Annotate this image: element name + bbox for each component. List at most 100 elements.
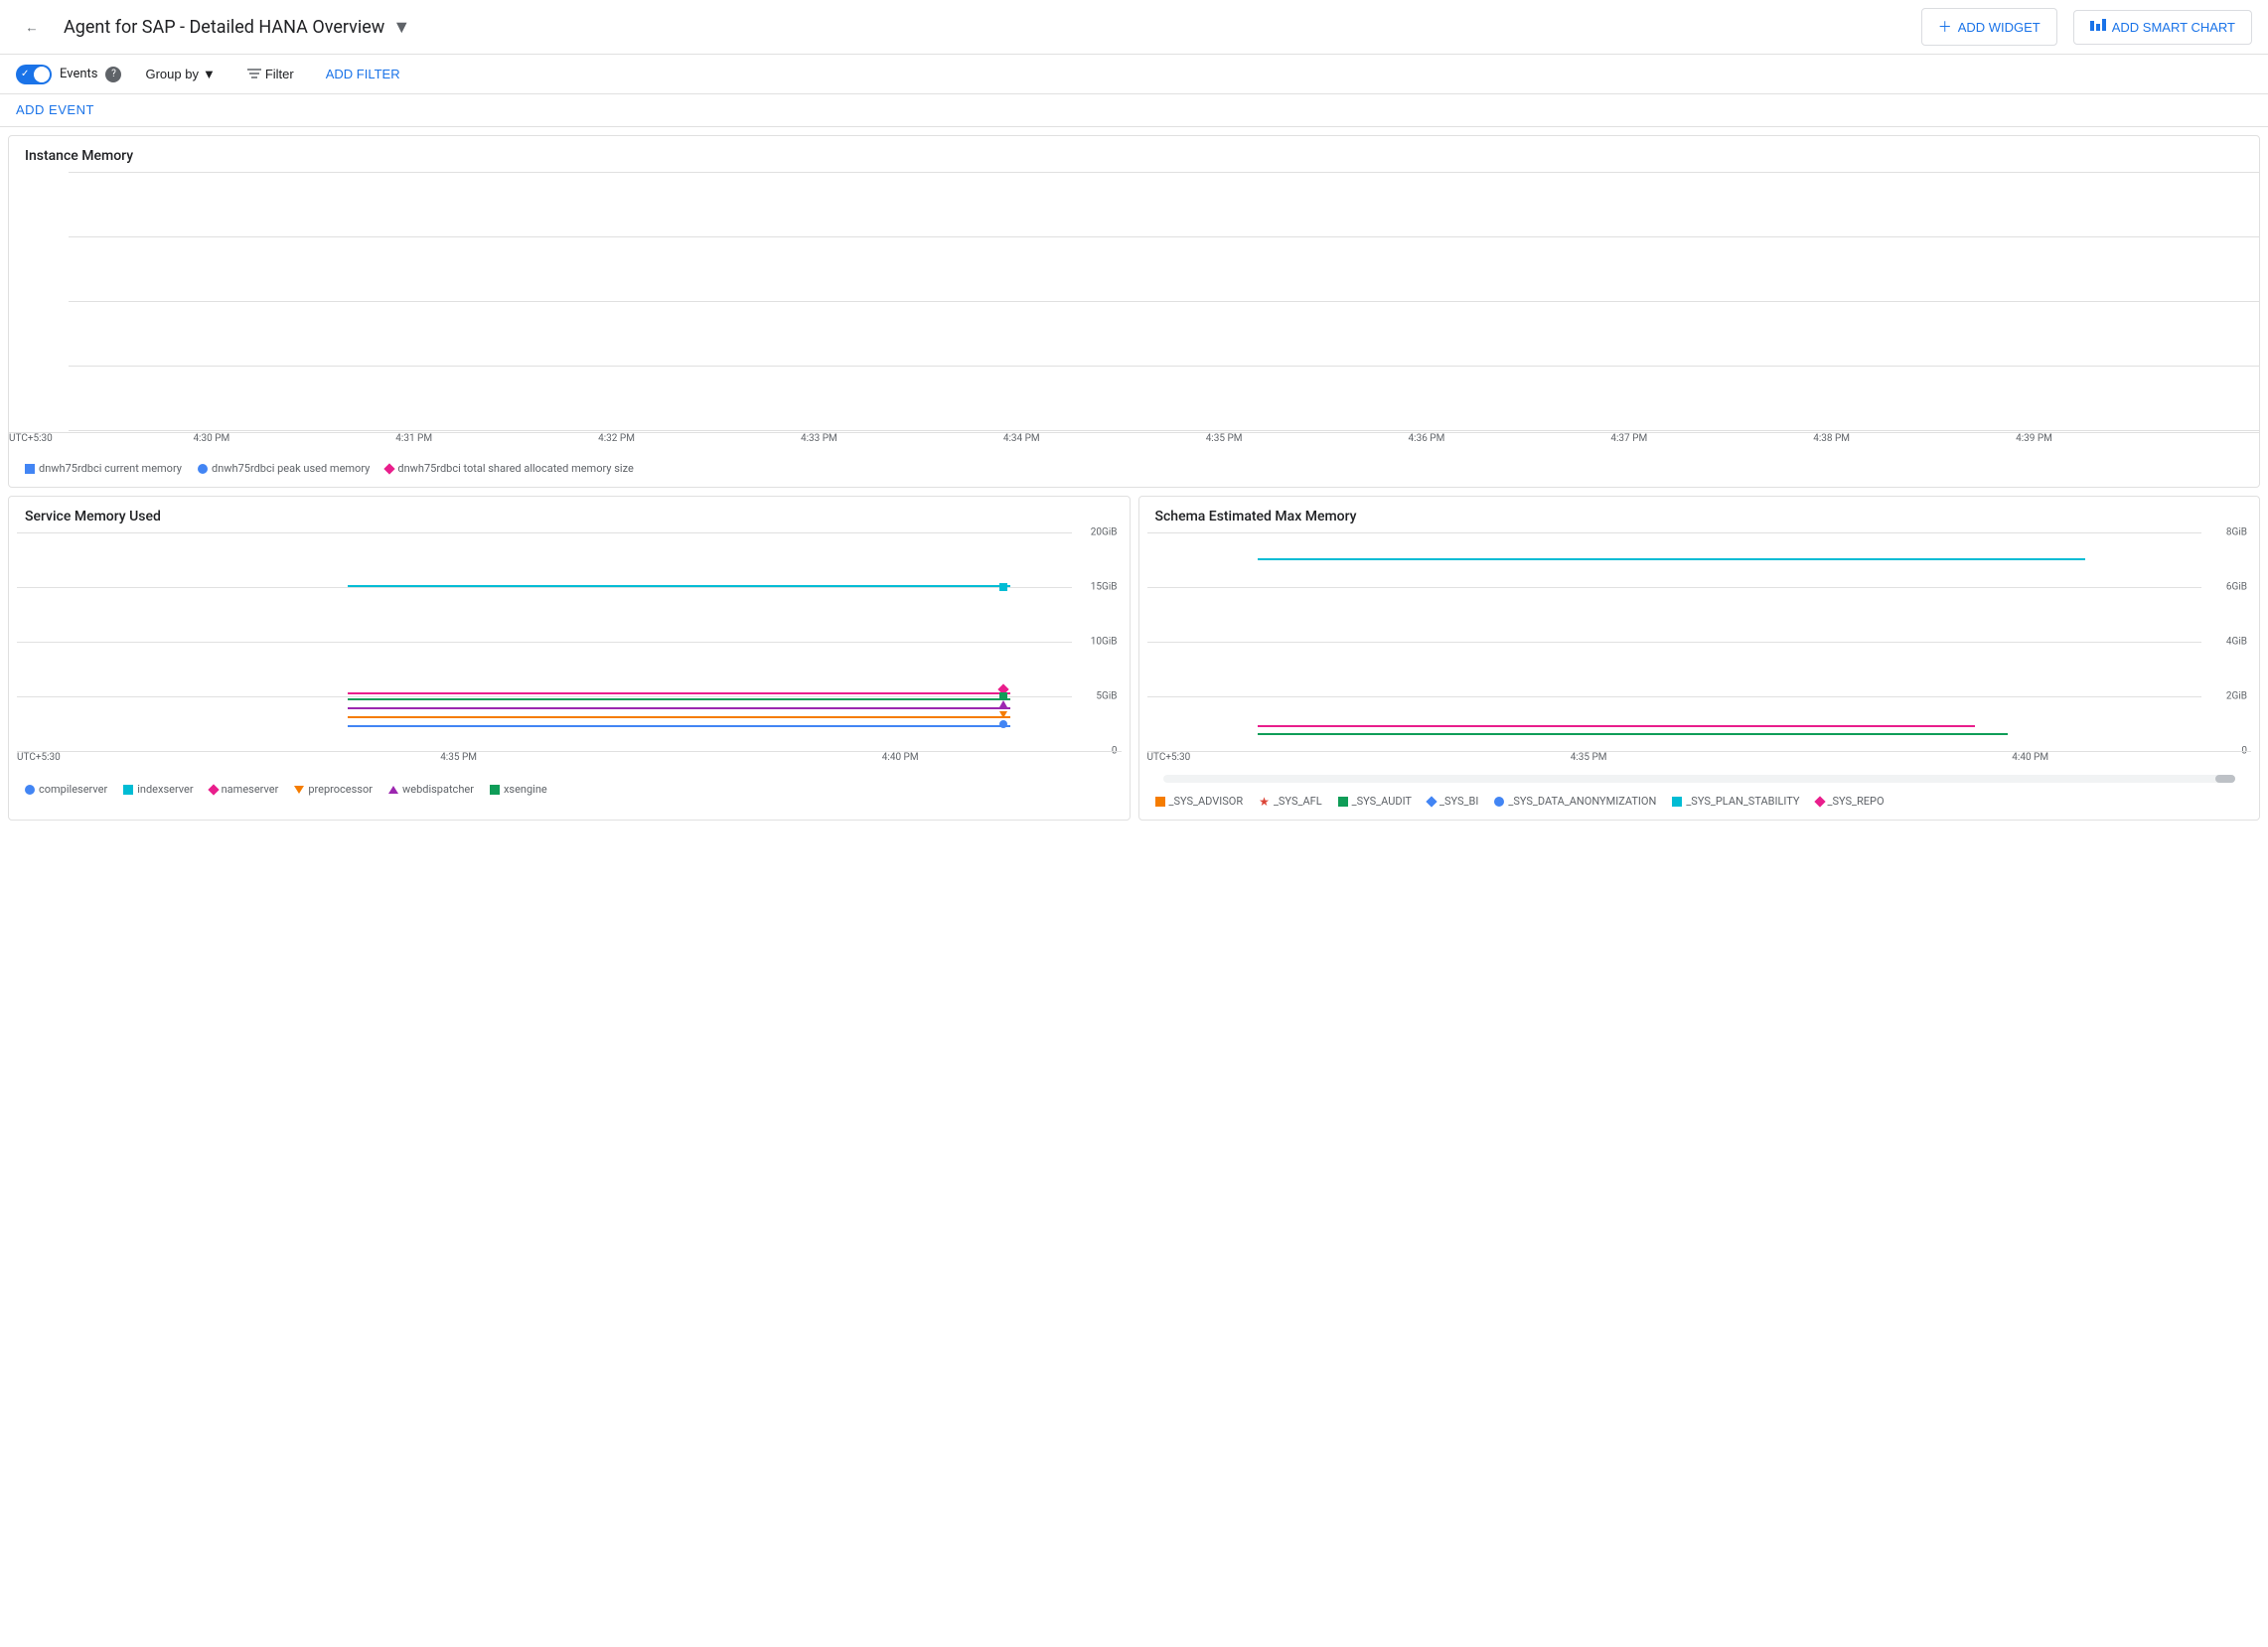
add-smart-chart-icon [2090, 19, 2106, 36]
bar-end-xsengine [999, 692, 1007, 700]
filter-icon [247, 67, 261, 81]
x-label-440: 4:40 PM [882, 752, 919, 763]
legend-label-indexserver: indexserver [137, 783, 193, 796]
y-label-15gib: 15GiB [1091, 582, 1118, 593]
help-icon[interactable]: ? [105, 67, 121, 82]
legend-label-sys-plan: _SYS_PLAN_STABILITY [1686, 795, 1799, 808]
legend-label-sys-repo: _SYS_REPO [1828, 795, 1885, 808]
legend-label-peak: dnwh75rdbci peak used memory [212, 462, 370, 475]
legend-label-current: dnwh75rdbci current memory [39, 462, 182, 475]
bar-end-compileserver [999, 720, 1007, 728]
legend-sys-bi: _SYS_BI [1428, 795, 1478, 808]
scrollbar-track[interactable] [1163, 775, 2236, 783]
x-axis-label-438: 4:38 PM [1813, 433, 1850, 444]
legend-label-shared: dnwh75rdbci total shared allocated memor… [397, 462, 633, 475]
legend-icon-sys-advisor [1155, 797, 1165, 807]
add-filter-label: ADD FILTER [326, 67, 400, 81]
schema-scrollbar-container [1147, 775, 2252, 783]
bar-preprocessor [348, 716, 1010, 718]
schema-x-440: 4:40 PM [2012, 752, 2048, 763]
events-toggle-container: ✓ Events ? [16, 65, 121, 84]
legend-icon-compileserver [25, 785, 35, 795]
legend-icon-sys-audit [1338, 797, 1348, 807]
legend-label-nameserver: nameserver [222, 783, 279, 796]
legend-icon-sys-bi [1426, 796, 1436, 807]
legend-sys-plan-stability: _SYS_PLAN_STABILITY [1672, 795, 1799, 808]
legend-item-current: dnwh75rdbci current memory [25, 462, 182, 475]
x-axis-label-434: 4:34 PM [1003, 433, 1040, 444]
back-icon: ← [25, 20, 38, 35]
legend-circle-peak [198, 464, 208, 474]
y-label-8gib: 8GiB [2226, 527, 2247, 538]
y-label-2gib: 2GiB [2226, 691, 2247, 702]
bar-indexserver [348, 585, 1010, 587]
group-by-button[interactable]: Group by ▼ [137, 63, 223, 85]
x-axis-label-437: 4:37 PM [1610, 433, 1647, 444]
add-event-label: ADD EVENT [16, 102, 94, 117]
schema-grid-50 [1147, 642, 2202, 643]
schema-memory-title: Schema Estimated Max Memory [1139, 497, 2260, 528]
grid-line-top [17, 532, 1072, 533]
title-dropdown-icon[interactable]: ▼ [392, 17, 410, 38]
page-title-text: Agent for SAP - Detailed HANA Overview [64, 17, 384, 38]
legend-sys-data-anon: _SYS_DATA_ANONYMIZATION [1494, 795, 1656, 808]
schema-memory-chart: Schema Estimated Max Memory 8GiB 6GiB 4G… [1138, 496, 2261, 821]
schema-grid-top [1147, 532, 2202, 533]
page-title: Agent for SAP - Detailed HANA Overview ▼ [64, 17, 410, 38]
grid-line-50 [17, 642, 1072, 643]
add-filter-button[interactable]: ADD FILTER [318, 63, 408, 85]
legend-diamond-shared [384, 463, 395, 474]
legend-sys-audit: _SYS_AUDIT [1338, 795, 1412, 808]
x-axis-label-435: 4:35 PM [1206, 433, 1243, 444]
y-label-6gib: 6GiB [2226, 582, 2247, 593]
x-axis-label-436: 4:36 PM [1409, 433, 1445, 444]
bar-webdispatcher [348, 707, 1010, 709]
legend-webdispatcher: webdispatcher [388, 783, 474, 796]
add-widget-icon: ＋ [1938, 17, 1952, 37]
x-axis-label-utc: UTC+5:30 [9, 433, 53, 444]
legend-icon-indexserver [123, 785, 133, 795]
legend-icon-preprocessor [294, 786, 304, 794]
schema-memory-body: 8GiB 6GiB 4GiB 2GiB 0 [1147, 532, 2252, 751]
back-button[interactable]: ← [16, 11, 48, 43]
x-axis-label-430: 4:30 PM [193, 433, 229, 444]
instance-memory-body: UTC+5:30 4:30 PM 4:31 PM 4:32 PM 4:33 PM… [9, 172, 2259, 452]
x-axis-label-431: 4:31 PM [395, 433, 432, 444]
events-label: Events [60, 67, 97, 81]
add-widget-button[interactable]: ＋ ADD WIDGET [1921, 8, 2057, 46]
group-by-chevron-icon: ▼ [203, 67, 216, 81]
legend-icon-xsengine [490, 785, 500, 795]
instance-memory-legend: dnwh75rdbci current memory dnwh75rdbci p… [9, 454, 2259, 487]
legend-icon-sys-afl: ★ [1259, 796, 1270, 808]
bar-xsengine [348, 698, 1010, 700]
legend-label-sys-afl: _SYS_AFL [1274, 795, 1322, 808]
legend-square-current [25, 464, 35, 474]
events-toggle[interactable]: ✓ [16, 65, 52, 84]
bar-sys-audit [1258, 733, 2009, 735]
service-memory-title: Service Memory Used [9, 497, 1130, 528]
legend-label-sys-advisor: _SYS_ADVISOR [1169, 795, 1244, 808]
filter-label: Filter [265, 67, 294, 81]
x-label-435: 4:35 PM [440, 752, 477, 763]
toolbar: ✓ Events ? Group by ▼ Filter ADD FILTER [0, 55, 2268, 94]
legend-indexserver: indexserver [123, 783, 193, 796]
bar-nameserver [348, 692, 1010, 694]
add-smart-chart-button[interactable]: ADD SMART CHART [2073, 10, 2252, 45]
legend-compileserver: compileserver [25, 783, 107, 796]
add-smart-chart-label: ADD SMART CHART [2112, 20, 2235, 35]
x-label-utc: UTC+5:30 [17, 752, 61, 763]
scrollbar-thumb[interactable] [2215, 775, 2235, 783]
x-axis-label-433: 4:33 PM [801, 433, 837, 444]
add-event-button[interactable]: ADD EVENT [16, 102, 94, 117]
schema-grid-25 [1147, 587, 2202, 588]
legend-sys-advisor: _SYS_ADVISOR [1155, 795, 1244, 808]
y-label-10gib: 10GiB [1091, 637, 1118, 648]
x-axis-label-439: 4:39 PM [2016, 433, 2052, 444]
legend-nameserver: nameserver [210, 783, 279, 796]
x-axis-label-432: 4:32 PM [598, 433, 635, 444]
filter-button[interactable]: Filter [239, 63, 302, 85]
y-label-4gib: 4GiB [2226, 637, 2247, 648]
service-memory-chart: Service Memory Used 20GiB 15GiB 10GiB 5G… [8, 496, 1131, 821]
legend-label-xsengine: xsengine [504, 783, 547, 796]
grid-line-25 [17, 587, 1072, 588]
